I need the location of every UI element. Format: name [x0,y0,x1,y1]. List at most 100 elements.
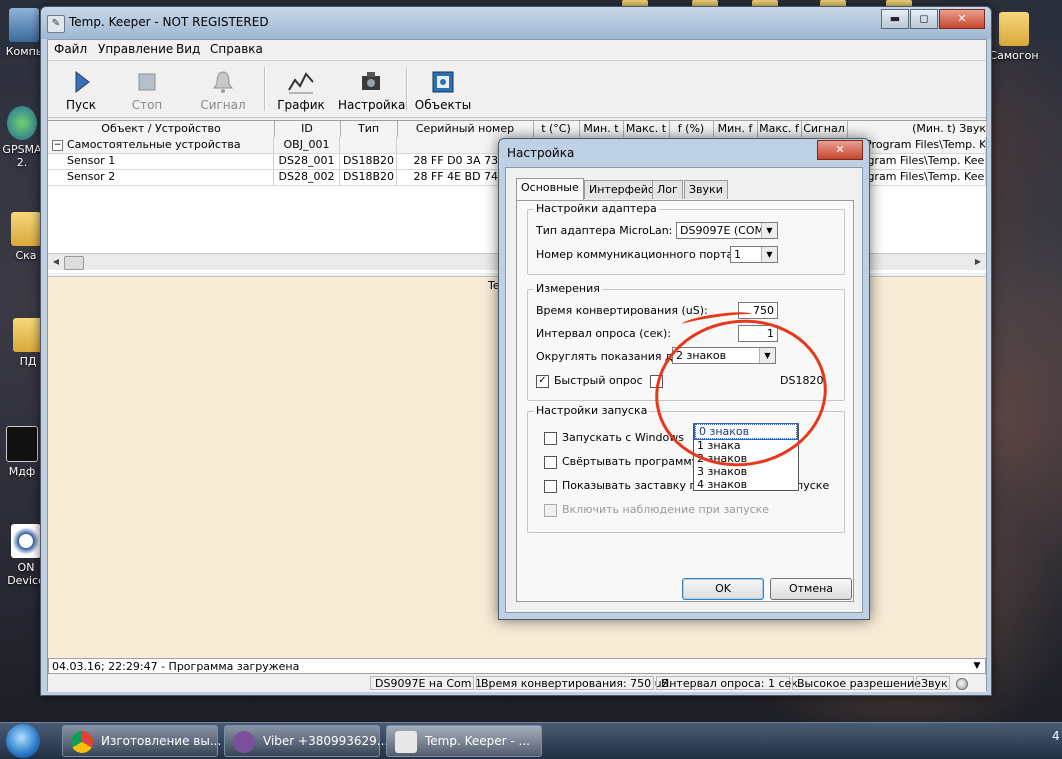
column-header[interactable]: Сигнал [801,121,848,137]
group-title: Настройки адаптера [534,202,659,215]
autostart-checkbox[interactable] [544,432,557,445]
row-id: DS28_001 [274,153,340,169]
chrome-icon [71,731,93,753]
taskbar-item-chrome[interactable]: Изготовление вы... [62,725,221,757]
row-name: Самостоятельные устройства [64,137,274,153]
column-header[interactable]: Серийный номер [397,121,534,137]
status-sound: Звук [916,676,950,690]
tab-sounds[interactable]: Звуки [684,180,728,199]
settings-button[interactable]: Настройка [338,65,405,115]
objects-button[interactable]: Объекты [410,65,476,115]
viber-icon [233,731,255,753]
scrollbar-thumb[interactable] [64,256,84,270]
desktop-icon-mdf[interactable]: Мдф [0,426,44,478]
maximize-button[interactable]: ◻ [910,9,938,29]
poll-interval-label: Интервал опроса (сек): [536,327,671,340]
group-title: Измерения [534,282,602,295]
status-interval: Интервал опроса: 1 сек. [656,676,801,690]
tab-main[interactable]: Основные [516,178,584,200]
splash-checkbox[interactable] [544,480,557,493]
scroll-left-icon[interactable]: ◀ [49,255,63,269]
row-name: Sensor 2 [64,169,274,185]
dialog-title: Настройка [507,146,575,160]
dropdown-option[interactable]: 4 знаков [694,478,798,491]
desktop-icon-samogon[interactable]: Самогон [986,12,1042,62]
dialog-close-button[interactable]: ✕ [817,140,863,160]
objects-icon [432,71,454,93]
autostart-label: Запускать с Windows [562,431,684,444]
ok-button[interactable]: OK [682,578,764,600]
column-header[interactable]: Макс. t [623,121,670,137]
table-header: Объект / Устройство ID Тип Серийный номе… [48,121,987,138]
tab-interface[interactable]: Интерфейс [584,180,659,199]
computer-icon [9,8,39,42]
chevron-down-icon: ▼ [761,247,777,262]
document-icon [6,426,38,462]
log-combo[interactable]: 04.03.16; 22:29:47 - Программа загружена… [48,658,986,674]
close-button[interactable]: ✕ [939,9,985,29]
start-button[interactable]: Пуск [48,65,114,115]
adapter-type-select[interactable]: DS9097E (COM) ▼ [676,222,778,239]
scroll-right-icon[interactable]: ▶ [971,255,985,269]
taskbar-item-viber[interactable]: Viber +380993629... [224,725,388,757]
column-header[interactable]: (Мин. t) Звук [847,121,987,137]
play-icon [75,70,90,94]
tab-log[interactable]: Лог [652,180,683,199]
chart-icon [288,72,314,94]
status-resolution: Высокое разрешение [792,676,921,690]
menu-bar: Файл Управление Вид Справка [48,40,986,58]
stop-icon [138,73,156,91]
log-message: 04.03.16; 22:29:47 - Программа загружена [52,660,300,673]
status-conversion: Время конвертирования: 750 uS. [476,676,672,690]
rounding-label: Округлять показания д [536,350,673,363]
stop-button[interactable]: Стоп [114,65,180,115]
column-header[interactable]: Мин. t [579,121,624,137]
main-titlebar[interactable]: ✎ Temp. Keeper - NOT REGISTERED ▬ ◻ ✕ [41,7,991,39]
column-header[interactable]: Объект / Устройство [48,121,275,137]
row-type: DS18B20 [340,153,397,169]
monitor-on-start-checkbox [544,504,557,517]
taskbar-item-temp-keeper[interactable]: Temp. Keeper - ... [386,725,542,757]
minimize-button[interactable]: ▬ [881,9,909,29]
column-header[interactable]: f (%) [669,121,714,137]
desktop-icon-gps[interactable]: GPSMA 2. [0,106,44,169]
status-adapter: DS9097E на Com 1 [370,676,482,690]
bell-icon [213,71,233,93]
thermometer-icon: ✎ [47,15,65,33]
folder-icon [13,318,43,352]
menu-file[interactable]: Файл [54,42,87,56]
globe-icon [7,106,37,140]
chart-button[interactable]: График [268,65,334,115]
dropdown-option[interactable]: 3 знаков [694,465,798,478]
port-select[interactable]: 1 ▼ [730,246,778,263]
fast-poll-label: Быстрый опрос [554,374,643,387]
menu-view[interactable]: Вид [176,42,200,56]
cancel-button[interactable]: Отмена [770,578,852,600]
menu-help[interactable]: Справка [210,42,263,56]
row-id: OBJ_001 [274,137,340,153]
settings-icon [362,72,380,90]
column-header[interactable]: t (°C) [533,121,580,137]
system-clock[interactable]: 4 [1052,729,1062,743]
column-header[interactable]: Тип [340,121,398,137]
collapse-toggle[interactable]: − [52,140,63,151]
fast-poll-checkbox[interactable]: ✓ [536,375,549,388]
window-title: Temp. Keeper - NOT REGISTERED [69,15,269,29]
signal-button[interactable]: Сигнал [190,65,256,115]
column-header[interactable]: Мин. f [713,121,758,137]
thermometer-icon [395,731,417,753]
column-header[interactable]: Макс. f [757,121,802,137]
row-id: DS28_002 [274,169,340,185]
status-led-icon [956,678,968,690]
row-name: Sensor 1 [64,153,274,169]
adapter-type-label: Тип адаптера MicroLan: [536,224,673,237]
minimize-on-start-checkbox[interactable] [544,456,557,469]
monitor-on-start-label: Включить наблюдение при запуске [562,503,770,516]
app-shortcut-icon [11,524,41,558]
chevron-down-icon[interactable]: ▼ [970,660,984,672]
menu-control[interactable]: Управление [98,42,173,56]
start-button[interactable] [6,724,40,758]
column-header[interactable]: ID [274,121,341,137]
row-type [340,137,397,153]
toolbar-separator [264,67,266,111]
